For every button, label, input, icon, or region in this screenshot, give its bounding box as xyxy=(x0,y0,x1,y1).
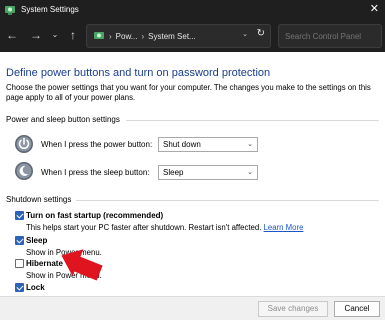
search-input[interactable] xyxy=(278,24,382,48)
power-button-icon xyxy=(15,135,33,153)
address-dropdown-icon[interactable]: ⌄ xyxy=(242,30,248,38)
learn-more-link[interactable]: Learn More xyxy=(264,223,304,232)
annotation-arrow xyxy=(61,249,103,281)
recent-locations-dropdown-icon[interactable]: ⌄ xyxy=(48,27,62,43)
group-divider xyxy=(76,200,379,201)
breadcrumb-separator: › xyxy=(109,31,112,41)
breadcrumb-item-system-settings[interactable]: System Set... xyxy=(148,32,196,41)
breadcrumb-item-power[interactable]: Pow... xyxy=(116,32,138,41)
fast-startup-label[interactable]: Turn on fast startup (recommended) xyxy=(26,211,163,220)
fast-startup-description-text: This helps start your PC faster after sh… xyxy=(26,223,262,232)
control-panel-icon xyxy=(94,32,104,39)
close-icon[interactable]: ✕ xyxy=(370,2,379,16)
up-arrow-icon[interactable]: ↑ xyxy=(66,27,80,43)
back-arrow-icon[interactable]: ← xyxy=(5,27,19,43)
sleep-button-action-select[interactable]: Sleep ⌄ xyxy=(158,165,258,180)
save-changes-button[interactable]: Save changes xyxy=(258,301,328,317)
footer-bar: Save changes Cancel xyxy=(0,296,385,320)
power-button-action-value: Shut down xyxy=(163,140,201,149)
fast-startup-description: This helps start your PC faster after sh… xyxy=(26,223,303,232)
cancel-button[interactable]: Cancel xyxy=(334,301,380,317)
power-button-action-select[interactable]: Shut down ⌄ xyxy=(158,137,258,152)
control-panel-icon xyxy=(5,5,15,15)
address-bar[interactable]: › Pow... › System Set... ⌄ ↻ xyxy=(86,24,271,48)
forward-arrow-icon[interactable]: → xyxy=(29,27,43,43)
page-description: Choose the power settings that you want … xyxy=(6,83,371,102)
chevron-down-icon: ⌄ xyxy=(247,169,253,176)
breadcrumb-separator: › xyxy=(141,31,145,41)
lock-checkbox[interactable] xyxy=(15,283,24,292)
window-title: System Settings xyxy=(21,5,79,14)
chevron-down-icon: ⌄ xyxy=(247,141,253,148)
title-bar: System Settings ✕ xyxy=(0,0,385,19)
lock-option-label[interactable]: Lock xyxy=(26,283,45,292)
sleep-button-icon xyxy=(15,162,33,180)
page-title: Define power buttons and turn on passwor… xyxy=(6,67,271,79)
navigation-bar: ← → ⌄ ↑ › Pow... › System Set... ⌄ ↻ xyxy=(0,19,385,52)
group-divider xyxy=(126,120,379,121)
sleep-button-action-value: Sleep xyxy=(163,168,184,177)
sleep-button-label: When I press the sleep button: xyxy=(41,168,150,177)
shutdown-group-label: Shutdown settings xyxy=(6,195,72,204)
fast-startup-checkbox[interactable] xyxy=(15,211,24,220)
power-buttons-group-label: Power and sleep button settings xyxy=(6,115,120,124)
sleep-option-label[interactable]: Sleep xyxy=(26,236,47,245)
power-button-label: When I press the power button: xyxy=(41,140,153,149)
hibernate-checkbox[interactable] xyxy=(15,259,24,268)
sleep-checkbox[interactable] xyxy=(15,236,24,245)
refresh-icon[interactable]: ↻ xyxy=(257,28,265,39)
